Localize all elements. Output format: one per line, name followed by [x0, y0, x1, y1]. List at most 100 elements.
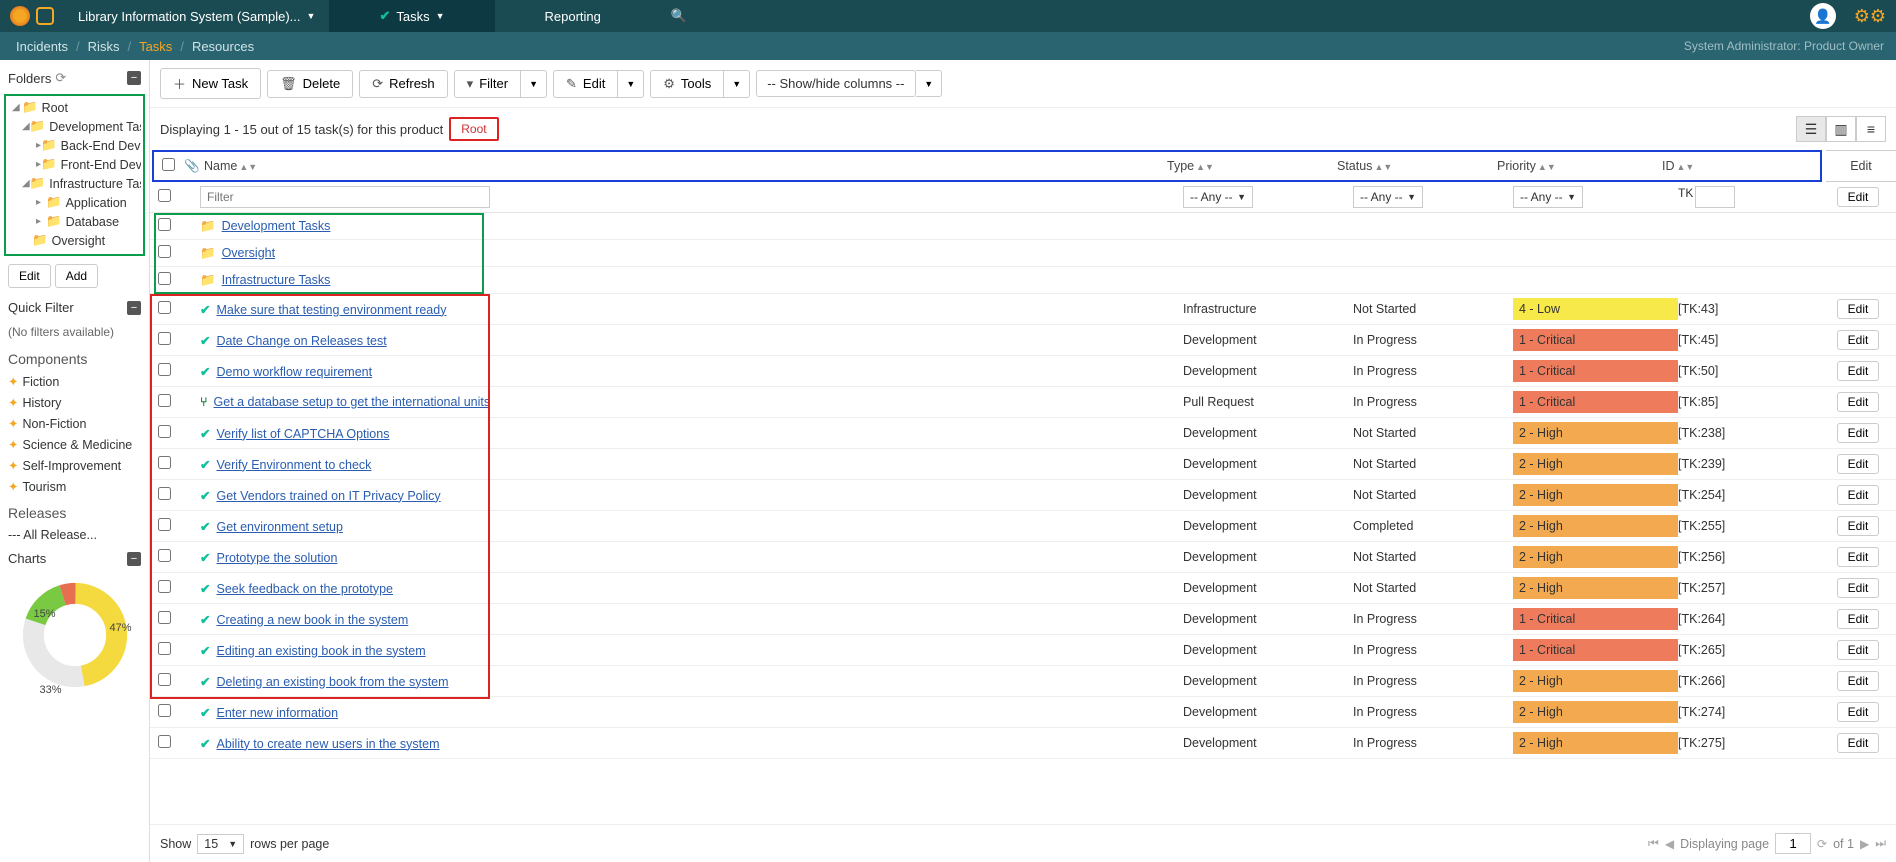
row-checkbox[interactable] [158, 704, 171, 717]
tree-infra[interactable]: ◢📁Infrastructure Tasks [8, 174, 141, 193]
col-type[interactable]: Type▲▼ [1167, 159, 1337, 173]
tree-edit-button[interactable]: Edit [8, 264, 51, 288]
settings-gears-icon[interactable]: ⚙⚙ [1844, 6, 1896, 27]
col-status[interactable]: Status▲▼ [1337, 159, 1497, 173]
component-item[interactable]: ✦Tourism [0, 476, 149, 497]
row-edit-button[interactable]: Edit [1837, 640, 1880, 660]
tree-db[interactable]: ▸📁Database [8, 212, 141, 231]
row-edit-button[interactable]: Edit [1837, 516, 1880, 536]
tab-reporting[interactable]: Reporting [495, 0, 651, 32]
tab-tasks[interactable]: ✔ Tasks ▼ [329, 0, 494, 32]
row-edit-button[interactable]: Edit [1837, 423, 1880, 443]
task-link[interactable]: Get a database setup to get the internat… [214, 395, 491, 409]
task-link[interactable]: Get Vendors trained on IT Privacy Policy [216, 489, 440, 503]
collapse-icon[interactable]: − [127, 71, 141, 85]
row-checkbox[interactable] [158, 332, 171, 345]
component-item[interactable]: ✦Self-Improvement [0, 455, 149, 476]
rows-per-page-select[interactable]: 15▼ [197, 834, 244, 854]
task-link[interactable]: Seek feedback on the prototype [216, 582, 393, 596]
page-prev[interactable]: ◀ [1665, 837, 1674, 851]
product-selector[interactable]: Library Information System (Sample)... ▼ [64, 0, 329, 32]
row-edit-button[interactable]: Edit [1837, 392, 1880, 412]
row-checkbox[interactable] [158, 642, 171, 655]
task-link[interactable]: Ability to create new users in the syste… [216, 737, 439, 751]
collapse-icon[interactable]: − [127, 301, 141, 315]
filter-edit-button[interactable]: Edit [1837, 187, 1880, 207]
tree-frontend[interactable]: ▸📁Front-End Develo [8, 155, 141, 174]
tree-oversight[interactable]: 📁Oversight [8, 231, 141, 250]
crumb-incidents[interactable]: Incidents [16, 39, 68, 54]
task-link[interactable]: Creating a new book in the system [216, 613, 408, 627]
status-filter-select[interactable]: -- Any --▼ [1353, 186, 1423, 208]
showhide-dropdown[interactable]: ▼ [916, 70, 942, 97]
tree-root[interactable]: ◢📁Root [8, 98, 141, 117]
row-checkbox[interactable] [158, 487, 171, 500]
row-edit-button[interactable]: Edit [1837, 733, 1880, 753]
tree-dev[interactable]: ◢📁Development Tasks [8, 117, 141, 136]
row-checkbox[interactable] [158, 580, 171, 593]
task-link[interactable]: Date Change on Releases test [216, 334, 386, 348]
task-link[interactable]: Verify Environment to check [216, 458, 371, 472]
view-board-button[interactable]: ▥ [1826, 116, 1856, 142]
row-checkbox[interactable] [158, 425, 171, 438]
refresh-icon[interactable]: ⟳ [55, 70, 66, 86]
task-link[interactable]: Deleting an existing book from the syste… [216, 675, 448, 689]
task-link[interactable]: Get environment setup [216, 520, 342, 534]
component-item[interactable]: ✦Non-Fiction [0, 413, 149, 434]
task-link[interactable]: Make sure that testing environment ready [216, 303, 446, 317]
priority-filter-select[interactable]: -- Any --▼ [1513, 186, 1583, 208]
delete-button[interactable]: 🗑Delete [267, 70, 353, 98]
filter-button[interactable]: ▾Filter [454, 70, 521, 98]
collapse-icon[interactable]: − [127, 552, 141, 566]
folder-link[interactable]: Development Tasks [222, 219, 331, 233]
row-edit-button[interactable]: Edit [1837, 299, 1880, 319]
row-edit-button[interactable]: Edit [1837, 671, 1880, 691]
view-list-button[interactable]: ☰ [1796, 116, 1826, 142]
global-search[interactable]: 🔍 [651, 0, 707, 32]
page-last[interactable]: ⏭ [1875, 836, 1886, 851]
logo[interactable] [0, 6, 64, 26]
refresh-button[interactable]: ⟳Refresh [359, 70, 447, 98]
filter-dropdown[interactable]: ▼ [521, 70, 547, 98]
crumb-tasks[interactable]: Tasks [139, 39, 172, 54]
row-checkbox[interactable] [158, 218, 171, 231]
component-item[interactable]: ✦Science & Medicine [0, 434, 149, 455]
crumb-risks[interactable]: Risks [88, 39, 120, 54]
col-id[interactable]: ID▲▼ [1662, 159, 1812, 173]
col-name[interactable]: Name▲▼ [204, 159, 1167, 173]
row-checkbox[interactable] [158, 518, 171, 531]
page-refresh[interactable]: ⟳ [1817, 837, 1827, 851]
showhide-columns-select[interactable]: -- Show/hide columns -- [756, 70, 916, 97]
row-checkbox[interactable] [158, 611, 171, 624]
row-edit-button[interactable]: Edit [1837, 547, 1880, 567]
row-edit-button[interactable]: Edit [1837, 702, 1880, 722]
row-checkbox[interactable] [158, 549, 171, 562]
row-edit-button[interactable]: Edit [1837, 485, 1880, 505]
crumb-resources[interactable]: Resources [192, 39, 254, 54]
filter-checkbox[interactable] [158, 189, 171, 202]
folder-link[interactable]: Oversight [222, 246, 276, 260]
all-releases[interactable]: --- All Release... [0, 525, 149, 545]
tools-dropdown[interactable]: ▼ [724, 70, 750, 98]
quickfilter-head[interactable]: Quick Filter − [0, 294, 149, 321]
component-item[interactable]: ✦History [0, 392, 149, 413]
edit-button[interactable]: ✎Edit [553, 70, 618, 98]
type-filter-select[interactable]: -- Any --▼ [1183, 186, 1253, 208]
tools-button[interactable]: ⚙Tools [650, 70, 724, 98]
task-link[interactable]: Enter new information [216, 706, 338, 720]
row-edit-button[interactable]: Edit [1837, 361, 1880, 381]
row-checkbox[interactable] [158, 245, 171, 258]
folders-panel-head[interactable]: Folders ⟳ − [0, 64, 149, 92]
task-link[interactable]: Editing an existing book in the system [216, 644, 425, 658]
row-checkbox[interactable] [158, 363, 171, 376]
row-checkbox[interactable] [158, 673, 171, 686]
row-checkbox[interactable] [158, 272, 171, 285]
task-link[interactable]: Prototype the solution [216, 551, 337, 565]
select-all-checkbox[interactable] [162, 158, 175, 171]
row-edit-button[interactable]: Edit [1837, 454, 1880, 474]
view-gantt-button[interactable]: ≡ [1856, 116, 1886, 142]
row-edit-button[interactable]: Edit [1837, 330, 1880, 350]
row-checkbox[interactable] [158, 735, 171, 748]
tree-backend[interactable]: ▸📁Back-End Develop [8, 136, 141, 155]
page-next[interactable]: ▶ [1860, 837, 1869, 851]
